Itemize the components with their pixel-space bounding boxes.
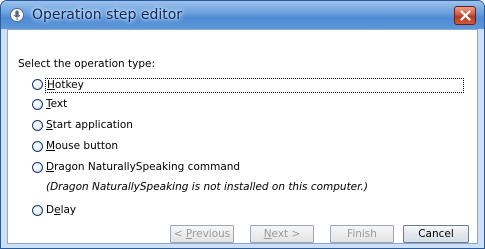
radio-circle[interactable] — [32, 99, 43, 110]
radio-circle[interactable] — [32, 162, 43, 173]
title-bar[interactable]: Operation step editor — [1, 1, 484, 29]
option-delay-label: Delay — [46, 204, 77, 216]
option-hotkey-label: Hotkey — [45, 78, 464, 93]
close-icon — [460, 10, 471, 21]
dragon-not-installed-note: (Dragon NaturallySpeaking is not install… — [46, 181, 368, 193]
option-text-label: Text — [46, 98, 68, 110]
cancel-button[interactable]: Cancel — [403, 225, 469, 243]
radio-circle[interactable] — [32, 79, 43, 90]
previous-button[interactable]: < Previous — [170, 225, 234, 243]
radio-circle[interactable] — [32, 205, 43, 216]
operation-type-prompt: Select the operation type: — [18, 58, 156, 70]
option-dragon-command-label: Dragon NaturallySpeaking command — [46, 161, 241, 173]
option-mouse-button-label: Mouse button — [46, 140, 119, 152]
radio-circle[interactable] — [32, 120, 43, 131]
microphone-icon — [10, 8, 24, 22]
option-start-application-label: Start application — [46, 119, 133, 131]
operation-step-editor-dialog: Operation step editor Select the operati… — [0, 0, 485, 249]
window-title: Operation step editor — [32, 7, 183, 23]
dialog-content: Select the operation type: Hotkey Text S… — [7, 29, 478, 244]
finish-button[interactable]: Finish — [330, 225, 394, 243]
close-button[interactable] — [454, 6, 476, 25]
radio-circle[interactable] — [32, 141, 43, 152]
next-button[interactable]: Next > — [250, 225, 314, 243]
